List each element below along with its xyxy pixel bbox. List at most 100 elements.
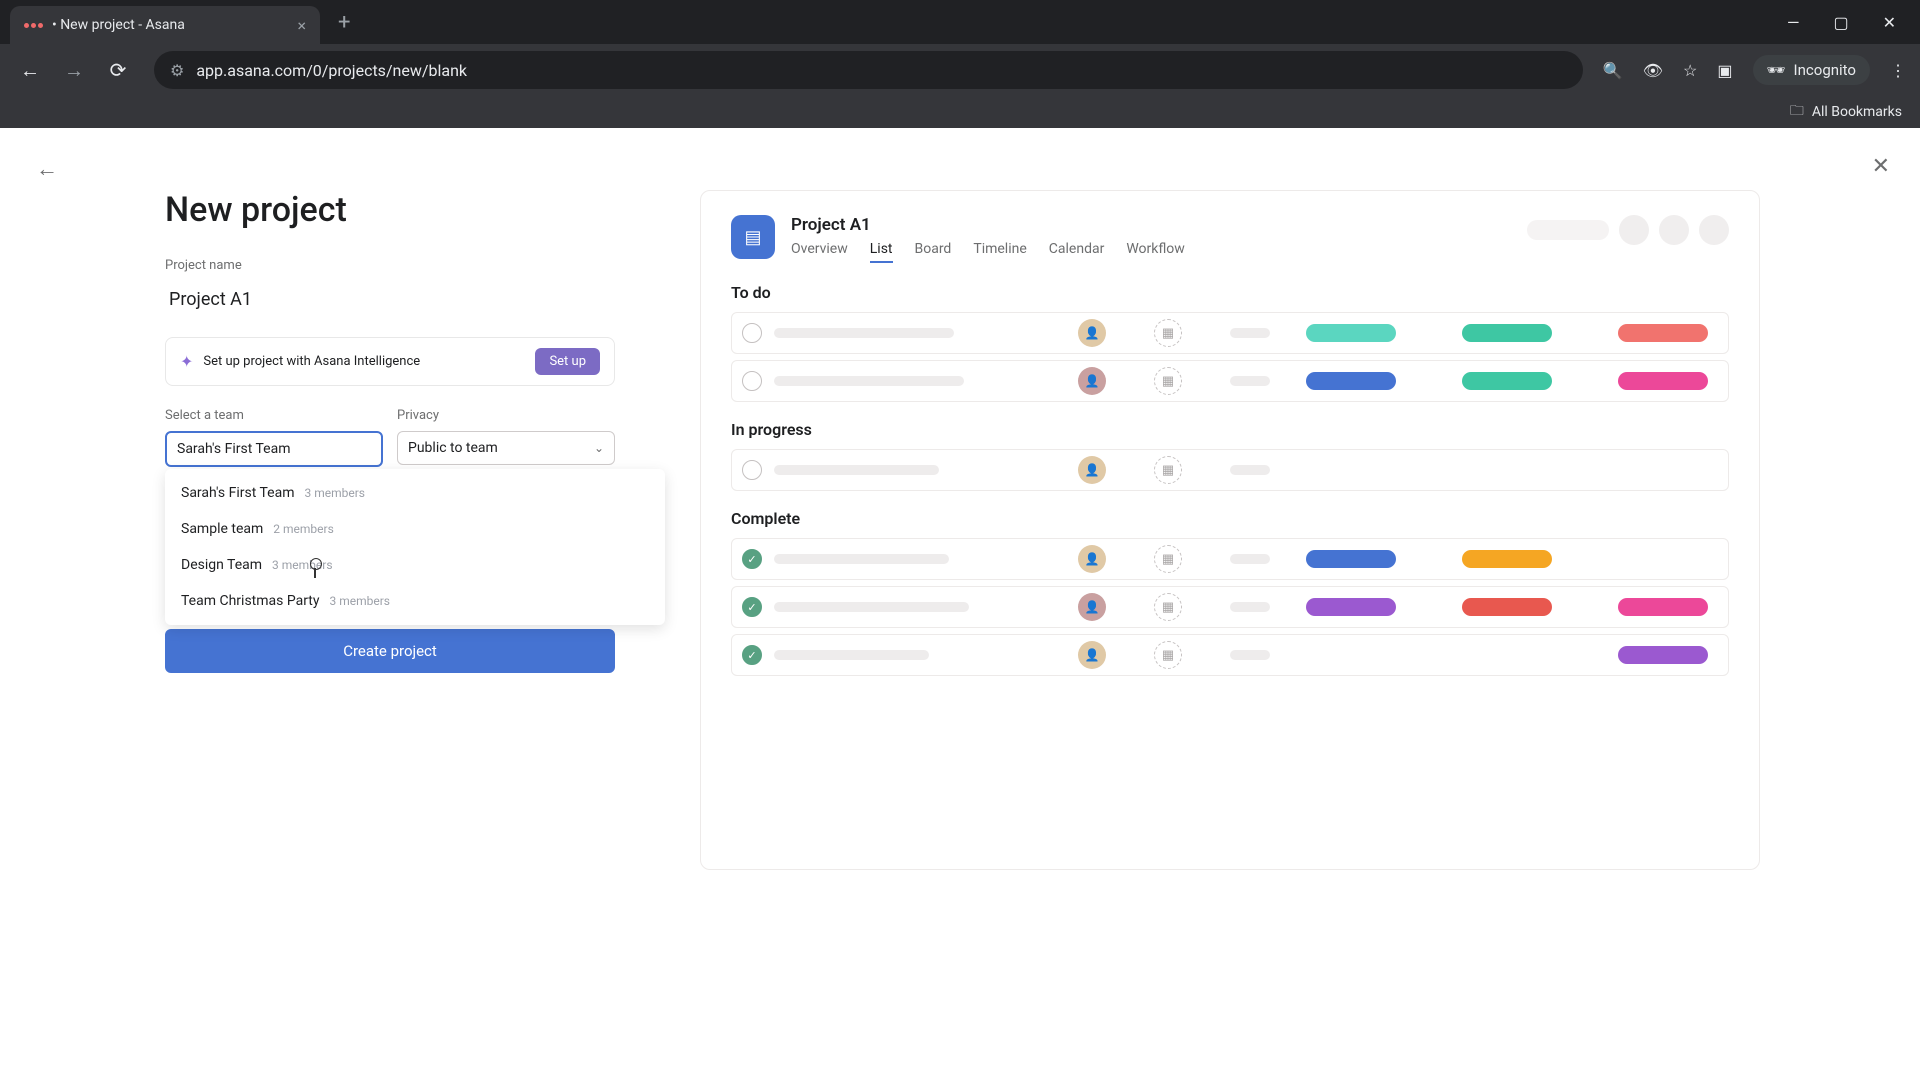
task-name-placeholder bbox=[774, 650, 929, 660]
page-title: New project bbox=[165, 190, 615, 230]
incognito-badge[interactable]: 🕶 Incognito bbox=[1753, 55, 1871, 85]
reload-button[interactable]: ⟳ bbox=[102, 58, 134, 82]
check-circle-icon[interactable]: ✓ bbox=[742, 371, 762, 391]
calendar-icon[interactable]: ▦ bbox=[1154, 319, 1182, 347]
calendar-icon[interactable]: ▦ bbox=[1154, 545, 1182, 573]
task-name-placeholder bbox=[774, 376, 964, 386]
project-name-label: Project name bbox=[165, 258, 615, 273]
ghost-avatar bbox=[1659, 215, 1689, 245]
assignee-avatar[interactable]: 👤 bbox=[1078, 456, 1106, 484]
assignee-avatar[interactable]: 👤 bbox=[1078, 641, 1106, 669]
tag-pill bbox=[1618, 646, 1708, 664]
create-project-button[interactable]: Create project bbox=[165, 629, 615, 673]
preview-tabs: Overview List Board Timeline Calendar Workflo… bbox=[791, 241, 1185, 263]
preview-tab-list[interactable]: List bbox=[870, 241, 893, 263]
page-close-icon[interactable]: ✕ bbox=[1872, 154, 1890, 179]
team-option-members: 3 members bbox=[330, 594, 391, 608]
browser-tab[interactable]: • New project - Asana × bbox=[10, 6, 320, 44]
intelligence-box: ✦ Set up project with Asana Intelligence… bbox=[165, 337, 615, 386]
tag-pill bbox=[1306, 372, 1396, 390]
check-circle-icon[interactable]: ✓ bbox=[742, 549, 762, 569]
new-tab-button[interactable]: + bbox=[338, 10, 350, 35]
url-input[interactable]: ⚙ app.asana.com/0/projects/new/blank bbox=[154, 51, 1583, 89]
all-bookmarks-link[interactable]: All Bookmarks bbox=[1812, 104, 1902, 120]
assignee-avatar[interactable]: 👤 bbox=[1078, 545, 1106, 573]
address-bar: ← → ⟳ ⚙ app.asana.com/0/projects/new/bla… bbox=[0, 44, 1920, 96]
folder-icon: 🗀 bbox=[1790, 100, 1804, 124]
site-settings-icon[interactable]: ⚙ bbox=[170, 61, 184, 80]
task-row[interactable]: ✓ 👤 ▦ bbox=[731, 449, 1729, 491]
privacy-value: Public to team bbox=[408, 440, 498, 456]
calendar-icon[interactable]: ▦ bbox=[1154, 641, 1182, 669]
calendar-icon[interactable]: ▦ bbox=[1154, 593, 1182, 621]
setup-intelligence-button[interactable]: Set up bbox=[535, 348, 600, 375]
panel-icon[interactable]: ▣ bbox=[1717, 61, 1732, 80]
search-icon[interactable]: 🔍 bbox=[1603, 61, 1623, 80]
section-title: To do bbox=[731, 283, 1729, 302]
check-circle-icon[interactable]: ✓ bbox=[742, 597, 762, 617]
team-option[interactable]: Design Team3 members bbox=[165, 547, 665, 583]
close-window-icon[interactable]: ✕ bbox=[1883, 13, 1896, 32]
task-name-placeholder bbox=[774, 328, 954, 338]
team-option-members: 3 members bbox=[305, 486, 366, 500]
tag-pill bbox=[1618, 324, 1708, 342]
intelligence-text: Set up project with Asana Intelligence bbox=[203, 354, 525, 369]
browser-chrome: • New project - Asana × + — ▢ ✕ ← → ⟳ ⚙ … bbox=[0, 0, 1920, 128]
eye-off-icon[interactable]: 👁 bbox=[1643, 61, 1663, 80]
team-option[interactable]: Sarah's First Team3 members bbox=[165, 475, 665, 511]
page-content: ← ✕ New project Project name ✦ Set up pr… bbox=[0, 128, 1920, 1080]
ghost-placeholder bbox=[1527, 220, 1609, 240]
star-icon[interactable]: ☆ bbox=[1683, 61, 1697, 80]
tab-bar: • New project - Asana × + — ▢ ✕ bbox=[0, 0, 1920, 44]
tag-pill bbox=[1462, 372, 1552, 390]
tag-pill bbox=[1618, 372, 1708, 390]
tag-pill bbox=[1462, 324, 1552, 342]
tab-close-icon[interactable]: × bbox=[297, 16, 306, 35]
kebab-menu-icon[interactable]: ⋮ bbox=[1890, 61, 1906, 80]
asana-favicon bbox=[24, 16, 42, 34]
task-row[interactable]: ✓ 👤 ▦ bbox=[731, 538, 1729, 580]
check-circle-icon[interactable]: ✓ bbox=[742, 460, 762, 480]
check-circle-icon[interactable]: ✓ bbox=[742, 323, 762, 343]
tab-title: • New project - Asana bbox=[52, 17, 287, 33]
project-name-input[interactable] bbox=[165, 281, 615, 319]
privacy-label: Privacy bbox=[397, 408, 615, 423]
tag-pill bbox=[1306, 550, 1396, 568]
task-row[interactable]: ✓ 👤 ▦ bbox=[731, 312, 1729, 354]
assignee-avatar[interactable]: 👤 bbox=[1078, 593, 1106, 621]
maximize-icon[interactable]: ▢ bbox=[1833, 13, 1848, 32]
privacy-select[interactable]: Public to team ⌄ bbox=[397, 431, 615, 465]
assignee-avatar[interactable]: 👤 bbox=[1078, 367, 1106, 395]
new-project-form: New project Project name ✦ Set up projec… bbox=[165, 190, 615, 673]
incognito-icon: 🕶 bbox=[1767, 61, 1786, 79]
calendar-icon[interactable]: ▦ bbox=[1154, 367, 1182, 395]
window-controls: — ▢ ✕ bbox=[1787, 0, 1920, 44]
team-option[interactable]: Team Christmas Party3 members bbox=[165, 583, 665, 619]
team-select-input[interactable] bbox=[165, 431, 383, 467]
back-button[interactable]: ← bbox=[14, 58, 46, 83]
task-row[interactable]: ✓ 👤 ▦ bbox=[731, 586, 1729, 628]
preview-tab-calendar[interactable]: Calendar bbox=[1049, 241, 1105, 263]
task-row[interactable]: ✓ 👤 ▦ bbox=[731, 360, 1729, 402]
section-title: In progress bbox=[731, 420, 1729, 439]
task-name-placeholder bbox=[774, 602, 969, 612]
minimize-icon[interactable]: — bbox=[1787, 13, 1800, 32]
project-preview: ▤ Project A1 OverviewListBoardTimelineCa… bbox=[700, 190, 1760, 870]
date-placeholder bbox=[1230, 554, 1270, 564]
preview-tab-overview[interactable]: Overview bbox=[791, 241, 848, 263]
calendar-icon[interactable]: ▦ bbox=[1154, 456, 1182, 484]
preview-tab-workflow[interactable]: Workflow bbox=[1126, 241, 1185, 263]
task-row[interactable]: ✓ 👤 ▦ bbox=[731, 634, 1729, 676]
preview-tab-timeline[interactable]: Timeline bbox=[973, 241, 1026, 263]
team-option-name: Sample team bbox=[181, 521, 263, 537]
check-circle-icon[interactable]: ✓ bbox=[742, 645, 762, 665]
assignee-avatar[interactable]: 👤 bbox=[1078, 319, 1106, 347]
ghost-avatar bbox=[1619, 215, 1649, 245]
page-back-icon[interactable]: ← bbox=[36, 156, 58, 182]
team-option[interactable]: Sample team 2 members bbox=[165, 511, 665, 547]
date-placeholder bbox=[1230, 328, 1270, 338]
preview-tab-board[interactable]: Board bbox=[915, 241, 952, 263]
team-option-members: 2 members bbox=[273, 522, 334, 536]
date-placeholder bbox=[1230, 650, 1270, 660]
preview-project-name: Project A1 bbox=[791, 215, 1185, 235]
